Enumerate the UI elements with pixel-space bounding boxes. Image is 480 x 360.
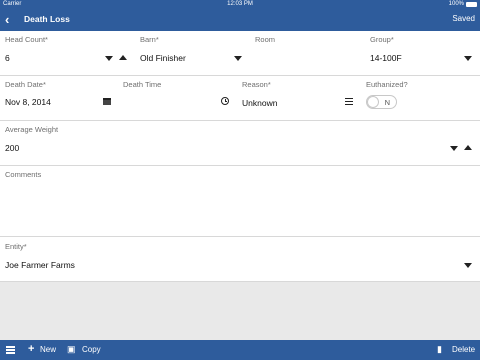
group-label: Group* — [370, 35, 394, 44]
average-weight-label: Average Weight — [5, 125, 59, 134]
comments-label: Comments — [5, 170, 42, 179]
nav-bar: ‹ Death Loss Saved — [0, 9, 480, 31]
row-head-barn-room-group: Head Count* 6 Barn* Old Finisher Room Gr… — [0, 31, 480, 76]
barn-dropdown-icon[interactable] — [234, 56, 242, 61]
page-title: Death Loss — [24, 14, 70, 24]
group-dropdown-icon[interactable] — [464, 56, 472, 61]
room-label: Room — [255, 35, 276, 44]
clock: 12:03 PM — [227, 1, 253, 7]
reason-label: Reason* — [242, 80, 271, 89]
decrement-weight-icon[interactable] — [450, 146, 458, 151]
death-date-value[interactable]: Nov 8, 2014 — [5, 97, 51, 107]
trash-icon[interactable]: ▮ — [437, 344, 442, 355]
copy-button[interactable]: Copy — [82, 345, 101, 354]
new-button[interactable]: New — [40, 345, 56, 354]
death-time-label: Death Time — [123, 80, 162, 89]
bottom-toolbar: + New ▣ Copy ▮ Delete — [0, 340, 480, 360]
euthanized-toggle[interactable]: N — [366, 95, 397, 109]
increment-weight-icon[interactable] — [464, 145, 472, 150]
barn-value[interactable]: Old Finisher — [140, 53, 186, 63]
row-average-weight[interactable]: Average Weight 200 — [0, 121, 480, 166]
entity-label: Entity* — [5, 242, 27, 251]
entity-dropdown-icon[interactable] — [464, 263, 472, 268]
battery-icon — [466, 2, 477, 7]
list-icon[interactable] — [345, 98, 353, 105]
empty-area — [0, 282, 480, 340]
reason-value[interactable]: Unknown — [242, 98, 277, 108]
delete-button[interactable]: Delete — [452, 345, 475, 354]
row-comments[interactable]: Comments — [0, 166, 480, 237]
toggle-knob — [367, 96, 379, 108]
battery-percent: 100% — [448, 1, 464, 7]
euthanized-toggle-label: N — [384, 98, 390, 107]
save-status: Saved — [452, 14, 475, 23]
plus-icon[interactable]: + — [28, 343, 34, 355]
menu-icon[interactable] — [6, 346, 15, 354]
head-count-value[interactable]: 6 — [5, 53, 10, 63]
average-weight-value[interactable]: 200 — [5, 143, 19, 153]
decrement-head-count-icon[interactable] — [105, 56, 113, 61]
row-date-time-reason-euth: Death Date* Nov 8, 2014 Death Time Reaso… — [0, 76, 480, 121]
barn-label: Barn* — [140, 35, 159, 44]
entity-value[interactable]: Joe Farmer Farms — [5, 260, 75, 270]
clock-icon[interactable] — [221, 97, 229, 105]
calendar-icon[interactable] — [103, 98, 111, 105]
clipboard-icon[interactable]: ▣ — [67, 344, 76, 355]
death-date-label: Death Date* — [5, 80, 46, 89]
chevron-left-icon[interactable]: ‹ — [5, 12, 19, 28]
euthanized-label: Euthanized? — [366, 80, 408, 89]
row-entity[interactable]: Entity* Joe Farmer Farms — [0, 237, 480, 282]
head-count-label: Head Count* — [5, 35, 48, 44]
group-value[interactable]: 14-100F — [370, 53, 402, 63]
status-bar: Carrier 12:03 PM 100% — [0, 0, 480, 9]
increment-head-count-icon[interactable] — [119, 55, 127, 60]
